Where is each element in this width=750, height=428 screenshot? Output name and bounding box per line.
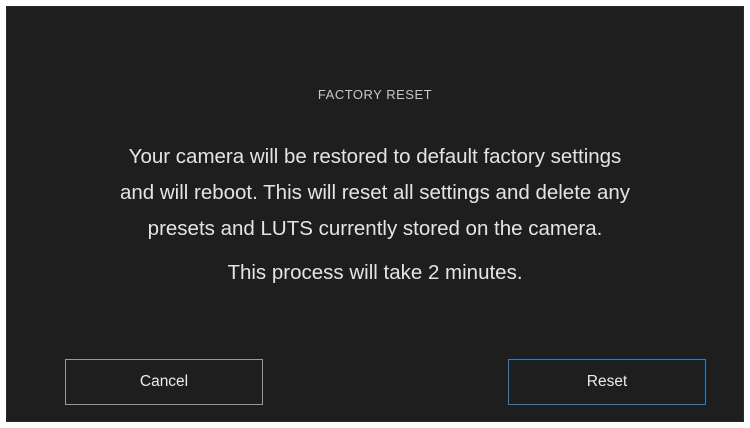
message-line-2: and will reboot. This will reset all set… (119, 181, 631, 204)
dialog-duration-note: This process will take 2 minutes. (227, 261, 523, 284)
message-line-1: Your camera will be restored to default … (128, 145, 622, 168)
cancel-button[interactable]: Cancel (65, 359, 263, 405)
message-line-3: presets and LUTS currently stored on the… (147, 217, 603, 240)
factory-reset-dialog: FACTORY RESET Your camera will be restor… (6, 6, 744, 422)
dialog-message: Your camera will be restored to default … (47, 139, 703, 247)
reset-button-label: Reset (586, 373, 628, 390)
dialog-title: FACTORY RESET (317, 87, 433, 102)
reset-button[interactable]: Reset (508, 359, 706, 405)
cancel-button-label: Cancel (139, 373, 189, 390)
